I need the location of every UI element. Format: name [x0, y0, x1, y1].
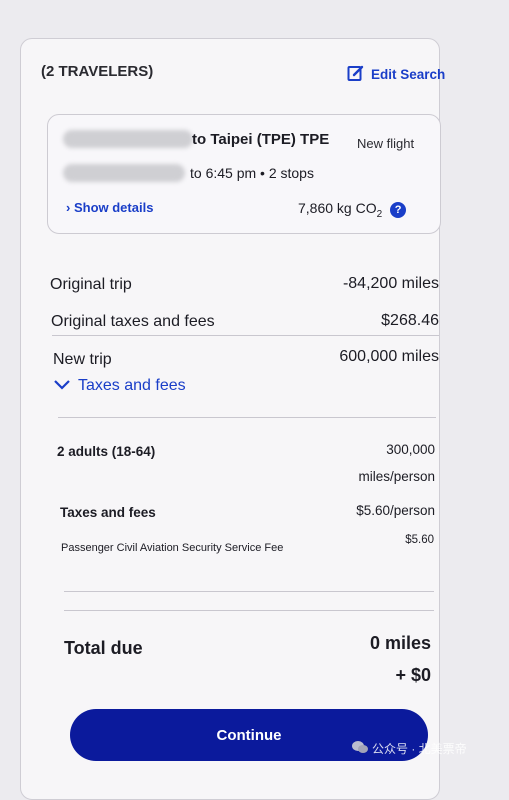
original-taxes-label: Original taxes and fees — [51, 313, 215, 330]
redacted-origin — [63, 130, 193, 148]
help-icon[interactable]: ? — [390, 201, 407, 218]
edit-icon — [347, 64, 365, 85]
original-trip-value: -84,200 miles — [342, 275, 439, 292]
redacted-departure — [63, 164, 185, 182]
travelers-heading: (2 TRAVELERS) — [41, 63, 154, 80]
watermark: 公众号 · 北美票帝 — [352, 740, 467, 757]
fee-divider-2 — [64, 610, 434, 611]
show-details-label: Show details — [73, 200, 154, 215]
total-due-label: Total due — [64, 638, 143, 658]
taxes-toggle-label: Taxes and fees — [78, 377, 186, 394]
taxes-and-fees-toggle[interactable]: Taxes and fees — [54, 377, 186, 395]
taxes-value: $5.60/person — [356, 503, 435, 518]
total-cash: + $0 — [395, 665, 431, 685]
watermark-text: 公众号 · 北美票帝 — [372, 742, 467, 756]
summary-divider — [52, 335, 439, 336]
adults-value-line2: miles/person — [358, 469, 435, 484]
original-taxes-value: $268.46 — [381, 312, 439, 329]
flight-route: to Taipei (TPE) TPE — [192, 131, 330, 148]
co2-value: 7,860 kg CO — [298, 200, 377, 216]
show-details-link[interactable]: › Show details — [66, 200, 153, 215]
edit-search-link[interactable]: Edit Search — [347, 64, 445, 85]
security-fee-value: $5.60 — [405, 534, 434, 546]
new-trip-label: New trip — [53, 351, 112, 368]
fee-divider-1 — [64, 591, 434, 592]
total-miles: 0 miles — [369, 633, 431, 653]
co2-subscript: 2 — [376, 208, 383, 220]
security-fee-label: Passenger Civil Aviation Security Servic… — [61, 542, 284, 554]
flight-times: to 6:45 pm • 2 stops — [190, 165, 314, 181]
wechat-icon — [352, 740, 368, 757]
co2-emissions: 7,860 kg CO2 ? — [298, 200, 407, 220]
chevron-down-icon — [54, 377, 70, 395]
original-trip-label: Original trip — [50, 276, 132, 293]
chevron-right-icon: › — [66, 200, 71, 215]
adults-label: 2 adults (18-64) — [57, 444, 156, 459]
adults-value-line1: 300,000 — [386, 442, 435, 457]
edit-search-label: Edit Search — [371, 67, 446, 82]
breakdown-divider — [58, 417, 436, 418]
taxes-label: Taxes and fees — [60, 505, 156, 520]
new-trip-value: 600,000 miles — [339, 348, 439, 365]
new-flight-badge: New flight — [357, 136, 415, 151]
